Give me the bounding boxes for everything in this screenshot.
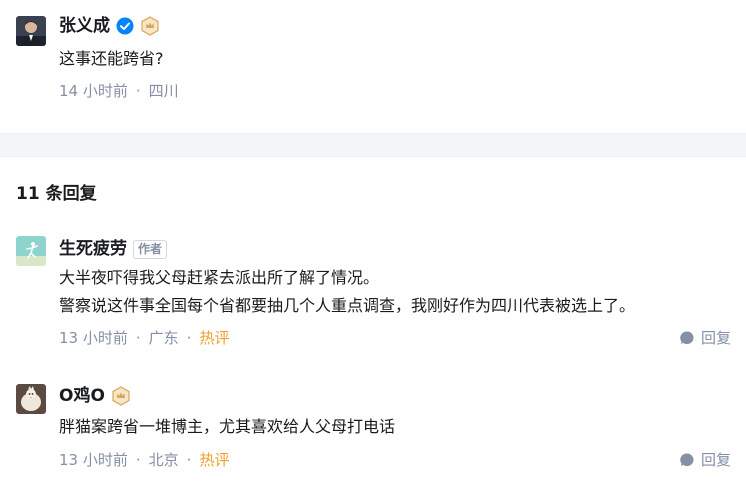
comment-author-row: 张义成 — [59, 14, 160, 38]
comment-location: 四川 — [148, 82, 179, 100]
avatar[interactable] — [16, 16, 46, 46]
meta-separator: · — [135, 451, 141, 469]
reply-author[interactable]: 生死疲劳 — [59, 237, 127, 261]
reply-button[interactable]: 回复 — [679, 327, 731, 348]
meta-separator: · — [135, 329, 141, 347]
comment-meta: 14 小时前 · 四川 — [59, 80, 179, 102]
comment-author[interactable]: 张义成 — [59, 14, 110, 38]
reply-location: 北京 — [148, 451, 179, 469]
reply-author[interactable]: O鸡O — [59, 384, 105, 408]
comment-bubble-icon — [680, 330, 694, 344]
section-divider — [0, 133, 746, 157]
reply-text-line: 胖猫案跨省一堆博主，尤其喜欢给人父母打电话 — [59, 417, 396, 436]
reply-text-line: 警察说这件事全国每个省都要抽几个人重点调查，我刚好作为四川代表被选上了。 — [59, 296, 636, 315]
reply-meta: 13 小时前 · 广东 · 热评 — [59, 327, 229, 349]
reply-button-label: 回复 — [700, 451, 731, 469]
reply-button[interactable]: 回复 — [679, 449, 731, 470]
reply-text-line: 大半夜吓得我父母赶紧去派出所了解了情况。 — [59, 268, 380, 287]
crown-badge-icon — [112, 386, 130, 406]
reply-location: 广东 — [148, 329, 179, 347]
hot-label: 热评 — [199, 329, 230, 347]
reply-button-label: 回复 — [700, 329, 731, 347]
hot-label: 热评 — [199, 451, 230, 469]
avatar[interactable] — [16, 236, 46, 266]
verified-check-icon — [116, 17, 134, 35]
avatar[interactable] — [16, 384, 46, 414]
reply-author-row: 生死疲劳 作者 — [59, 237, 168, 261]
meta-separator: · — [186, 329, 192, 347]
comment-bubble-icon — [680, 452, 694, 466]
comment-time: 14 小时前 — [59, 82, 128, 100]
reply-author-row: O鸡O — [59, 384, 131, 408]
reply-time: 13 小时前 — [59, 329, 128, 347]
meta-separator: · — [135, 82, 141, 100]
replies-header: 11 条回复 — [16, 184, 97, 204]
reply-meta: 13 小时前 · 北京 · 热评 — [59, 449, 229, 471]
comment-text: 这事还能跨省? — [59, 49, 164, 68]
reply-time: 13 小时前 — [59, 451, 128, 469]
crown-badge-icon — [141, 16, 159, 36]
author-tag: 作者 — [133, 239, 168, 259]
meta-separator: · — [186, 451, 192, 469]
